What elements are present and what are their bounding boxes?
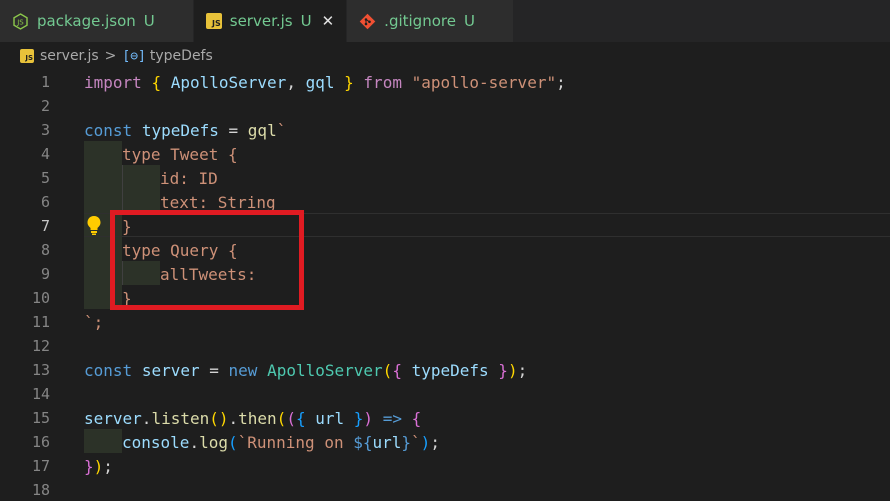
close-icon[interactable]: ✕ xyxy=(322,12,335,30)
git-icon xyxy=(359,13,376,30)
code-line: id: ID xyxy=(160,168,218,188)
nodejs-icon: JS xyxy=(12,12,29,30)
code-editor[interactable]: 1 2 3 4 5 6 7 8 9 10 11 12 13 14 15 16 1… xyxy=(0,70,890,501)
code-line: const server = new ApolloServer({ typeDe… xyxy=(84,360,528,380)
line-number: 12 xyxy=(31,337,50,355)
lightbulb-icon[interactable] xyxy=(86,214,102,236)
code-line: `; xyxy=(84,312,104,332)
code-line: const typeDefs = gql` xyxy=(84,120,287,140)
untracked-badge: U xyxy=(300,12,312,30)
annotation-highlight-box xyxy=(110,210,304,310)
svg-text:JS: JS xyxy=(16,18,24,26)
breadcrumb-file[interactable]: server.js xyxy=(40,48,99,64)
tab-label: package.json xyxy=(37,12,136,30)
chevron-right-icon: > xyxy=(104,48,117,64)
breadcrumb: JS server.js > [⊖] typeDefs xyxy=(0,42,890,70)
tab-package-json[interactable]: JS package.json U xyxy=(0,0,194,42)
code-line: import { ApolloServer, gql } from "apoll… xyxy=(84,72,566,92)
variable-icon: [⊖] xyxy=(122,48,146,64)
tab-label: server.js xyxy=(229,12,293,30)
js-icon: JS xyxy=(205,13,222,29)
tab-gitignore[interactable]: .gitignore U xyxy=(347,0,514,42)
breadcrumb-symbol[interactable]: typeDefs xyxy=(150,48,213,64)
code-line: type Tweet { xyxy=(122,144,238,164)
code-line: server.listen().then(({ url }) => { xyxy=(84,408,422,428)
line-number: 14 xyxy=(31,385,50,403)
line-number: 2 xyxy=(40,97,50,115)
code-line: console.log(`Running on ${url}`); xyxy=(122,432,440,452)
code-line: }); xyxy=(84,456,113,476)
tab-server-js[interactable]: JS server.js U ✕ xyxy=(193,0,348,42)
tab-label: .gitignore xyxy=(384,12,456,30)
editor-tab-bar: JS package.json U JS server.js U ✕ .giti… xyxy=(0,0,890,42)
untracked-badge: U xyxy=(463,12,475,30)
line-number: 18 xyxy=(31,481,50,499)
js-icon: JS xyxy=(20,49,34,63)
untracked-badge: U xyxy=(143,12,155,30)
